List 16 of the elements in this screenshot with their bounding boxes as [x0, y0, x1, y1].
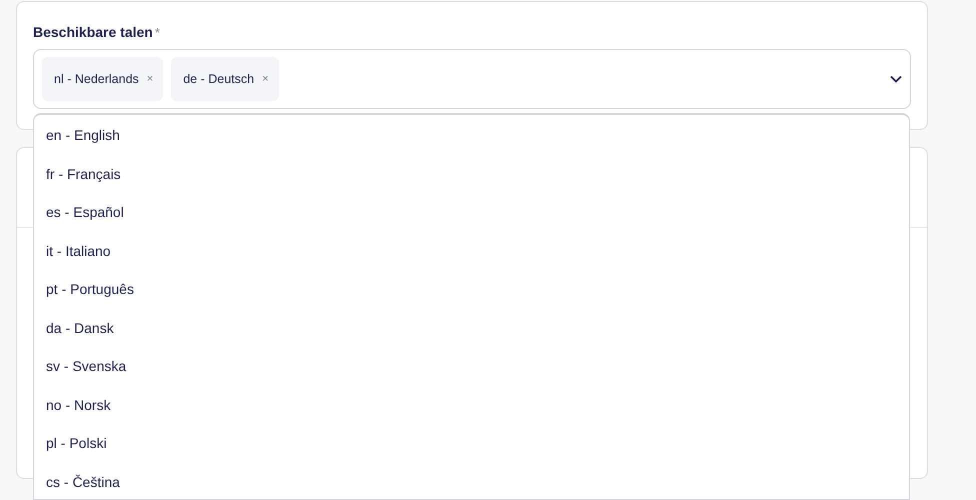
chip-label: nl - Nederlands: [54, 72, 139, 86]
dropdown-option[interactable]: pt - Português: [34, 270, 134, 308]
dropdown-option[interactable]: cs - Čeština: [34, 462, 120, 499]
dropdown-option[interactable]: it - Italiano: [34, 232, 111, 270]
chevron-down-icon[interactable]: [890, 75, 902, 83]
dropdown-option[interactable]: da - Dansk: [34, 308, 114, 347]
dropdown-option[interactable]: no - Norsk: [34, 386, 111, 424]
multiselect-field[interactable]: nl - Nederlands × de - Deutsch ×: [33, 49, 911, 109]
dropdown-option[interactable]: es - Español: [34, 193, 124, 232]
chip-label: de - Deutsch: [183, 72, 254, 86]
dropdown-option[interactable]: sv - Svenska: [34, 347, 126, 386]
dropdown-option[interactable]: fr - Français: [34, 154, 121, 193]
field-label: Beschikbare talen: [33, 24, 153, 40]
required-asterisk-icon: *: [154, 25, 160, 40]
dropdown-option[interactable]: pl - Polski: [34, 424, 107, 462]
dropdown-option[interactable]: en - English: [34, 116, 120, 154]
